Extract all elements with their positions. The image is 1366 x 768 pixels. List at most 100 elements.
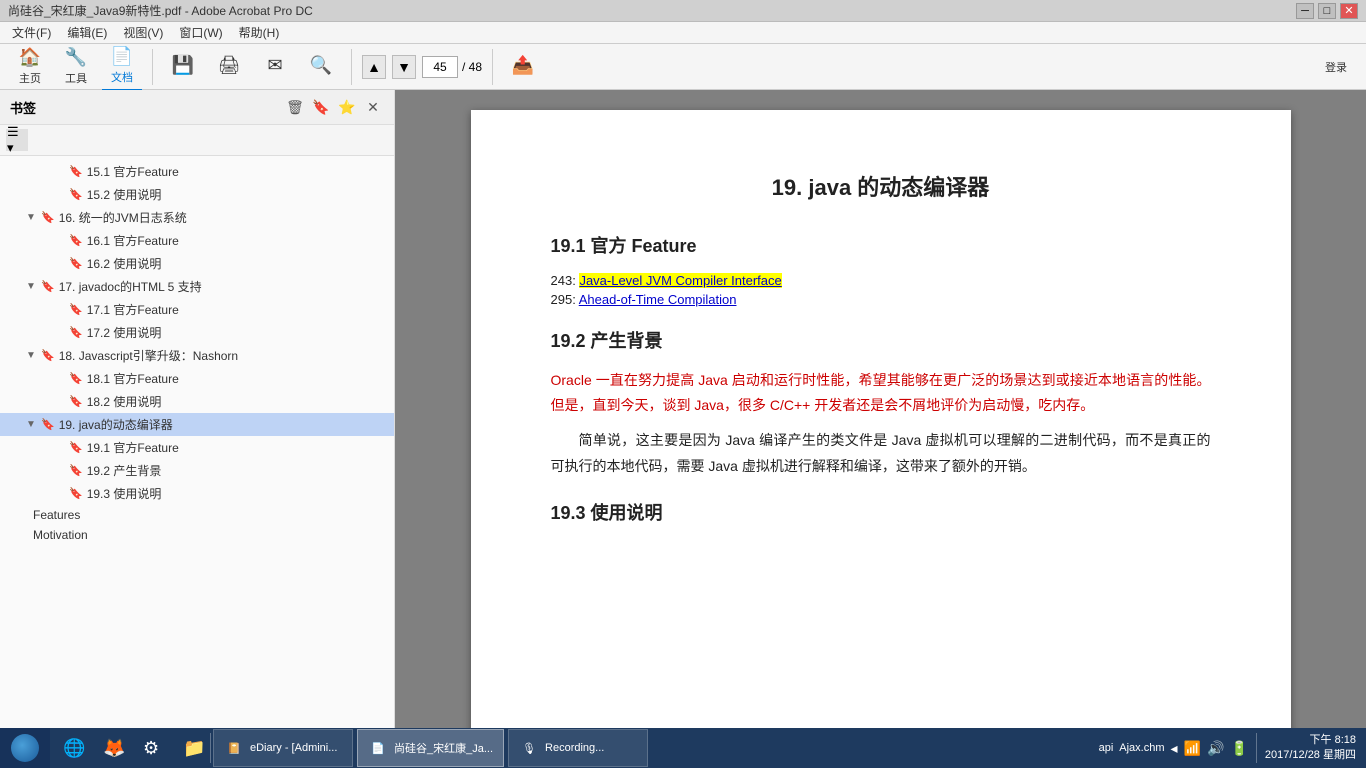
sidebar-item-15_2[interactable]: 🔖 15.2 使用说明 — [0, 183, 394, 206]
sidebar-item-17_1[interactable]: 🔖 17.1 官方Feature — [0, 298, 394, 321]
bookmark-icon: 🔖 — [69, 464, 83, 477]
sidebar-item-16_2[interactable]: 🔖 16.2 使用说明 — [0, 252, 394, 275]
api-text: api — [1099, 742, 1114, 754]
sidebar-item-16[interactable]: ▼ 🔖 16. 统一的JVM日志系统 — [0, 206, 394, 229]
page-next-button[interactable]: ▼ — [392, 55, 416, 79]
taskbar: 🌐 🦊 ⚙ 📁 📔 eDiary - [Admini... 📄 尚硅谷_宋红康_… — [0, 728, 1366, 768]
bookmark-icon: 🔖 — [69, 303, 83, 316]
pdf-page: 19. java 的动态编译器 19.1 官方 Feature 243: Jav… — [471, 110, 1291, 728]
toolbar-login[interactable]: 登录 — [1316, 55, 1356, 79]
sidebar-item-motivation[interactable]: Motivation — [0, 525, 394, 545]
close-button[interactable]: ✕ — [1340, 3, 1358, 19]
toolbar-search[interactable]: 🔍 — [301, 51, 341, 82]
sidebar-item-18_2[interactable]: 🔖 18.2 使用说明 — [0, 390, 394, 413]
toolbar-document[interactable]: 📄 文档 — [102, 42, 142, 91]
expand-icon: ▼ — [26, 212, 38, 223]
toolbar-save[interactable]: 💾 — [163, 51, 203, 82]
tree-item-label: 17.1 官方Feature — [87, 301, 179, 318]
sidebar-item-17[interactable]: ▼ 🔖 17. javadoc的HTML 5 支持 — [0, 275, 394, 298]
sidebar-item-features[interactable]: Features — [0, 505, 394, 525]
sidebar-item-19_1[interactable]: 🔖 19.1 官方Feature — [0, 436, 394, 459]
sidebar-close-button[interactable]: ✕ — [362, 96, 384, 118]
taskbar-recording[interactable]: 🎙 Recording... — [508, 729, 648, 767]
sidebar-menu-button[interactable]: ☰ ▾ — [6, 129, 28, 151]
main-area: 书签 🗑 🔖 ⭐ ✕ ☰ ▾ 🔖 15.1 官方Feature 🔖 15.2 使… — [0, 90, 1366, 728]
sidebar-item-19_3[interactable]: 🔖 19.3 使用说明 — [0, 482, 394, 505]
ajaxchm-text: Ajax.chm — [1119, 742, 1164, 754]
save-icon: 💾 — [172, 55, 194, 76]
ediary-label: eDiary - [Admini... — [250, 742, 337, 754]
taskbar-ediary[interactable]: 📔 eDiary - [Admini... — [213, 729, 353, 767]
tree-item-label: 19. java的动态编译器 — [59, 416, 173, 433]
sidebar-item-18_1[interactable]: 🔖 18.1 官方Feature — [0, 367, 394, 390]
toolbar-home[interactable]: 🏠 主页 — [10, 43, 50, 90]
menu-edit[interactable]: 编辑(E) — [59, 22, 115, 43]
bookmark-icon: 🔖 — [41, 349, 55, 362]
pdf-area[interactable]: 19. java 的动态编译器 19.1 官方 Feature 243: Jav… — [395, 90, 1366, 728]
chapter-title: 19. java 的动态编译器 — [551, 170, 1211, 202]
bookmark-icon: 🔖 — [69, 487, 83, 500]
section-2-title: 19.2 产生背景 — [551, 327, 1211, 353]
taskbar-sep-1 — [210, 733, 211, 763]
sidebar-item-16_1[interactable]: 🔖 16.1 官方Feature — [0, 229, 394, 252]
sidebar-bookmark-add-button[interactable]: 🔖 — [310, 96, 332, 118]
page-prev-button[interactable]: ▲ — [362, 55, 386, 79]
sidebar-item-18[interactable]: ▼ 🔖 18. Javascript引擎升级：Nashorn — [0, 344, 394, 367]
tray-volume-icon[interactable]: 🔊 — [1207, 740, 1224, 757]
maximize-button[interactable]: □ — [1318, 3, 1336, 19]
bookmark-icon: 🔖 — [69, 188, 83, 201]
link-2[interactable]: Ahead-of-Time Compilation — [579, 292, 737, 307]
toolbar-export[interactable]: 📤 — [503, 51, 543, 82]
taskbar-icon-files[interactable]: 📁 — [172, 729, 208, 767]
bookmark-icon: 🔖 — [41, 418, 55, 431]
menu-view[interactable]: 视图(V) — [115, 22, 171, 43]
export-icon: 📤 — [512, 55, 534, 76]
expand-icon: ▼ — [26, 350, 38, 361]
sidebar-item-15_1[interactable]: 🔖 15.1 官方Feature — [0, 160, 394, 183]
system-clock[interactable]: 下午 8:18 2017/12/28 星期四 — [1265, 733, 1356, 764]
taskbar-icon-ie[interactable]: 🌐 — [52, 729, 88, 767]
email-icon: ✉ — [267, 55, 282, 76]
taskbar-acrobat[interactable]: 📄 尚硅谷_宋红康_Ja... — [357, 729, 504, 767]
section-1-title: 19.1 官方 Feature — [551, 232, 1211, 258]
sidebar-actions: 🗑 🔖 ⭐ ✕ — [284, 96, 384, 118]
toolbar-print[interactable]: 🖨 — [209, 51, 249, 82]
sidebar-content[interactable]: 🔖 15.1 官方Feature 🔖 15.2 使用说明 ▼ 🔖 16. 统一的… — [0, 156, 394, 728]
tree-item-label: 18.1 官方Feature — [87, 370, 179, 387]
sidebar-toolbar: ☰ ▾ — [0, 125, 394, 156]
tree-item-label: 17. javadoc的HTML 5 支持 — [59, 278, 202, 295]
tree-item-label: Motivation — [33, 528, 88, 542]
sidebar-star-button[interactable]: ⭐ — [336, 96, 358, 118]
sidebar-item-17_2[interactable]: 🔖 17.2 使用说明 — [0, 321, 394, 344]
window-controls: ─ □ ✕ — [1296, 3, 1358, 19]
sidebar-delete-button[interactable]: 🗑 — [284, 96, 306, 118]
toolbar-email[interactable]: ✉ — [255, 51, 295, 82]
bookmark-icon: 🔖 — [69, 326, 83, 339]
bookmark-icon: 🔖 — [69, 165, 83, 178]
sidebar-item-19_2[interactable]: 🔖 19.2 产生背景 — [0, 459, 394, 482]
menu-window[interactable]: 窗口(W) — [171, 22, 230, 43]
title-bar: 尚硅谷_宋红康_Java9新特性.pdf - Adobe Acrobat Pro… — [0, 0, 1366, 22]
menu-file[interactable]: 文件(F) — [4, 22, 59, 43]
taskbar-right: api Ajax.chm ◂ 📶 🔊 🔋 下午 8:18 2017/12/28 … — [1099, 733, 1366, 764]
link-1[interactable]: Java-Level JVM Compiler Interface — [579, 273, 781, 288]
link-1-num: 243: — [551, 273, 576, 288]
minimize-button[interactable]: ─ — [1296, 3, 1314, 19]
toolbar-tools[interactable]: 🔧 工具 — [56, 43, 96, 90]
page-number-input[interactable] — [422, 56, 458, 78]
search-icon: 🔍 — [310, 55, 332, 76]
sidebar-item-19[interactable]: ▼ 🔖 19. java的动态编译器 — [0, 413, 394, 436]
tray-arrow-icon[interactable]: ◂ — [1171, 740, 1178, 757]
start-button[interactable] — [0, 728, 50, 768]
menu-help[interactable]: 帮助(H) — [231, 22, 288, 43]
bookmark-icon: 🔖 — [69, 372, 83, 385]
link-2-line: 295: Ahead-of-Time Compilation — [551, 292, 1211, 307]
link-1-line: 243: Java-Level JVM Compiler Interface — [551, 273, 1211, 288]
tree-item-label: 15.2 使用说明 — [87, 186, 162, 203]
para-1: Oracle 一直在努力提高 Java 启动和运行时性能，希望其能够在更广泛的场… — [551, 368, 1211, 418]
expand-icon: ▼ — [26, 281, 38, 292]
taskbar-icon-chrome[interactable]: ⚙ — [132, 729, 168, 767]
taskbar-icon-firefox[interactable]: 🦊 — [92, 729, 128, 767]
tree-item-label: 18.2 使用说明 — [87, 393, 162, 410]
bookmark-icon: 🔖 — [69, 395, 83, 408]
